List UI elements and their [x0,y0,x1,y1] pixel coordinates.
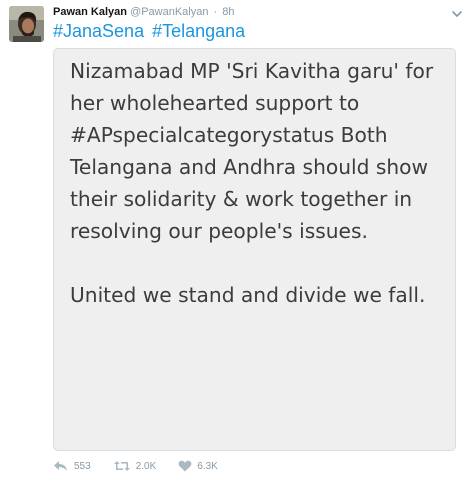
tweet-header: Pawan Kalyan @PawanKalyan · 8h [53,6,235,19]
heart-icon [178,460,192,472]
avatar[interactable] [9,6,44,42]
reply-icon [54,461,67,471]
retweet-button[interactable]: 2.0K [113,460,157,472]
hashtag-link[interactable]: #Telangana [152,21,245,41]
separator-dot: · [213,6,218,18]
retweet-count: 2.0K [135,460,157,472]
hashtag-link[interactable]: #JanaSena [53,21,144,41]
author-handle[interactable]: @PawanKalyan [130,6,208,18]
tweet-image[interactable]: Nizamabad MP 'Sri Kavitha garu' for her … [53,48,456,451]
reply-button[interactable]: 553 [53,460,91,472]
reply-count: 553 [74,460,91,472]
tweet-text: #JanaSena #Telangana [53,19,248,43]
avatar-image [9,6,44,42]
author-name[interactable]: Pawan Kalyan [53,6,127,18]
tweet-actions: 553 2.0K 6.3K [53,460,240,472]
retweet-icon [113,461,130,471]
like-button[interactable]: 6.3K [178,460,218,472]
tweet: Pawan Kalyan @PawanKalyan · 8h #JanaSena… [0,0,473,483]
chevron-down-icon[interactable] [451,6,463,17]
image-text: Nizamabad MP 'Sri Kavitha garu' for her … [70,59,434,307]
timestamp[interactable]: 8h [222,6,234,18]
like-count: 6.3K [197,460,218,472]
